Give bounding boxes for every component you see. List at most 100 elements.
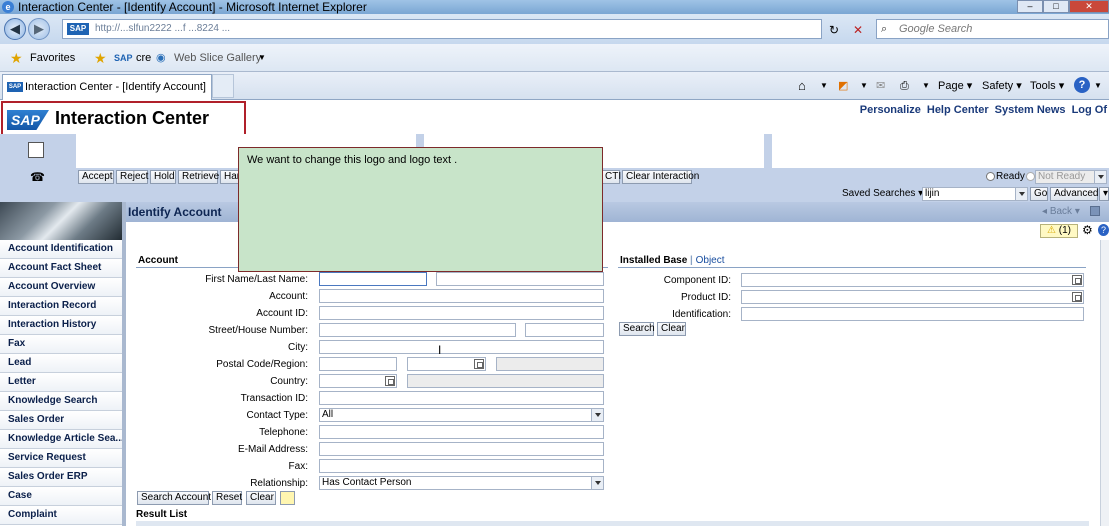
postal-code-field[interactable]	[319, 357, 397, 371]
nav-item-interaction-history[interactable]: Interaction History	[0, 316, 122, 335]
minimize-button[interactable]: –	[1017, 0, 1043, 13]
log-off-link[interactable]: Log Of	[1072, 104, 1107, 116]
add-favorite-icon[interactable]: ★	[94, 50, 107, 66]
house-number-field[interactable]	[525, 323, 604, 337]
fax-field[interactable]	[319, 459, 604, 473]
value-help-icon[interactable]	[1072, 275, 1082, 285]
accept-button[interactable]: Accept	[78, 170, 114, 184]
nav-item-case[interactable]: Case	[0, 487, 122, 506]
save-search-icon[interactable]	[280, 491, 295, 505]
reset-button[interactable]: Reset	[212, 491, 242, 505]
transaction-id-label: Transaction ID:	[240, 393, 308, 404]
chevron-down-icon[interactable]: ▼	[1094, 78, 1102, 94]
chevron-down-icon[interactable]: ▼	[860, 78, 868, 94]
ready-radio[interactable]	[986, 172, 995, 181]
value-help-icon[interactable]	[1072, 292, 1082, 302]
first-name-field[interactable]	[319, 272, 427, 286]
value-help-icon[interactable]	[385, 376, 395, 386]
nav-item-fax[interactable]: Fax	[0, 335, 122, 354]
clear-button[interactable]: Clear	[246, 491, 276, 505]
reject-button[interactable]: Reject	[116, 170, 148, 184]
installed-base-clear-button[interactable]: Clear	[657, 322, 686, 336]
chevron-down-icon[interactable]: ▼	[922, 78, 930, 94]
not-ready-radio[interactable]	[1026, 172, 1035, 181]
scratch-pad-icon[interactable]	[28, 142, 44, 158]
nav-item-complaint[interactable]: Complaint	[0, 506, 122, 525]
address-field[interactable]: SAP http://...slfun2222 ...f ...8224 ...	[62, 19, 822, 39]
hold-button[interactable]: Hold	[150, 170, 176, 184]
contact-type-select[interactable]: All	[319, 408, 604, 422]
nav-item-knowledge-article-search[interactable]: Knowledge Article Sea...	[0, 430, 122, 449]
navigation-splitter[interactable]	[122, 202, 126, 526]
cti-button[interactable]: CTI	[602, 170, 621, 184]
favorites-button[interactable]: Favorites	[30, 50, 75, 66]
chevron-down-icon[interactable]: ▼	[820, 78, 828, 94]
new-tab-button[interactable]	[212, 74, 234, 98]
tab-object[interactable]: Object	[696, 255, 725, 266]
maximize-button[interactable]: □	[1043, 0, 1069, 13]
nav-item-account-fact-sheet[interactable]: Account Fact Sheet	[0, 259, 122, 278]
help-icon[interactable]: ?	[1074, 77, 1090, 93]
saved-search-options-button[interactable]: ▾	[1099, 187, 1109, 201]
telephone-field[interactable]	[319, 425, 604, 439]
search-input[interactable]: ⌕ Google Search	[876, 19, 1109, 39]
search-account-button[interactable]: Search Account	[137, 491, 211, 505]
back-nav-button[interactable]: ◂ Back ▾	[1042, 206, 1080, 217]
relationship-select[interactable]: Has Contact Person	[319, 476, 604, 490]
stop-icon[interactable]: ✕	[848, 21, 868, 39]
back-button[interactable]: ◀	[4, 18, 26, 40]
gear-icon[interactable]: ⚙	[1082, 223, 1093, 237]
system-news-link[interactable]: System News	[995, 104, 1066, 116]
personalize-link[interactable]: Personalize	[860, 104, 921, 116]
nav-item-interaction-record[interactable]: Interaction Record	[0, 297, 122, 316]
help-center-link[interactable]: Help Center	[927, 104, 989, 116]
country-field[interactable]	[319, 374, 397, 388]
fav-item-cre[interactable]: cre	[136, 50, 151, 66]
page-menu[interactable]: Page ▾	[938, 78, 972, 94]
refresh-icon[interactable]: ↻	[824, 21, 844, 39]
value-help-icon[interactable]	[474, 359, 484, 369]
forward-nav-button[interactable]	[1090, 206, 1100, 216]
nav-item-knowledge-search[interactable]: Knowledge Search	[0, 392, 122, 411]
identification-field[interactable]	[741, 307, 1084, 321]
safety-menu[interactable]: Safety ▾	[982, 78, 1022, 94]
retrieve-button[interactable]: Retrieve	[178, 170, 219, 184]
product-id-field[interactable]	[741, 290, 1084, 304]
region-field[interactable]	[407, 357, 486, 371]
street-field[interactable]	[319, 323, 516, 337]
mail-icon[interactable]: ✉	[876, 78, 885, 94]
browser-tab-active[interactable]: SAP Interaction Center - [Identify Accou…	[2, 74, 212, 100]
messages-button[interactable]: ⚠ (1)	[1040, 224, 1078, 238]
chevron-down-icon[interactable]: ▼	[258, 50, 266, 66]
nav-item-account-overview[interactable]: Account Overview	[0, 278, 122, 297]
nav-item-sales-order-erp[interactable]: Sales Order ERP	[0, 468, 122, 487]
page-help-icon[interactable]: ?	[1098, 224, 1109, 236]
nav-item-sales-order[interactable]: Sales Order	[0, 411, 122, 430]
saved-searches-label[interactable]: Saved Searches ▾	[842, 188, 923, 199]
nav-item-lead[interactable]: Lead	[0, 354, 122, 373]
home-icon[interactable]: ⌂	[798, 78, 806, 94]
tab-installed-base[interactable]: Installed Base	[620, 255, 687, 266]
advanced-button[interactable]: Advanced	[1050, 187, 1098, 201]
close-window-button[interactable]: ✕	[1069, 0, 1109, 13]
email-field[interactable]	[319, 442, 604, 456]
transaction-id-field[interactable]	[319, 391, 604, 405]
nav-item-service-request[interactable]: Service Request	[0, 449, 122, 468]
installed-base-search-button[interactable]: Search	[619, 322, 655, 336]
city-field[interactable]	[319, 340, 604, 354]
go-button[interactable]: Go	[1030, 187, 1048, 201]
nav-item-letter[interactable]: Letter	[0, 373, 122, 392]
web-slice-gallery[interactable]: Web Slice Gallery	[174, 50, 261, 66]
feeds-icon[interactable]: ◩	[838, 78, 848, 94]
saved-search-select[interactable]: lijin	[922, 187, 1028, 201]
phone-icon[interactable]: ☎	[30, 170, 45, 184]
component-id-field[interactable]	[741, 273, 1084, 287]
not-ready-select[interactable]: Not Ready	[1035, 170, 1107, 184]
clear-interaction-button[interactable]: Clear Interaction	[622, 170, 699, 184]
nav-item-account-identification[interactable]: Account Identification	[0, 240, 122, 259]
print-icon[interactable]: ⎙	[900, 78, 909, 94]
vertical-scrollbar[interactable]	[1100, 240, 1109, 526]
hangup-button[interactable]: Han	[220, 170, 240, 184]
tools-menu[interactable]: Tools ▾	[1030, 78, 1064, 94]
forward-button[interactable]: ▶	[28, 18, 50, 40]
